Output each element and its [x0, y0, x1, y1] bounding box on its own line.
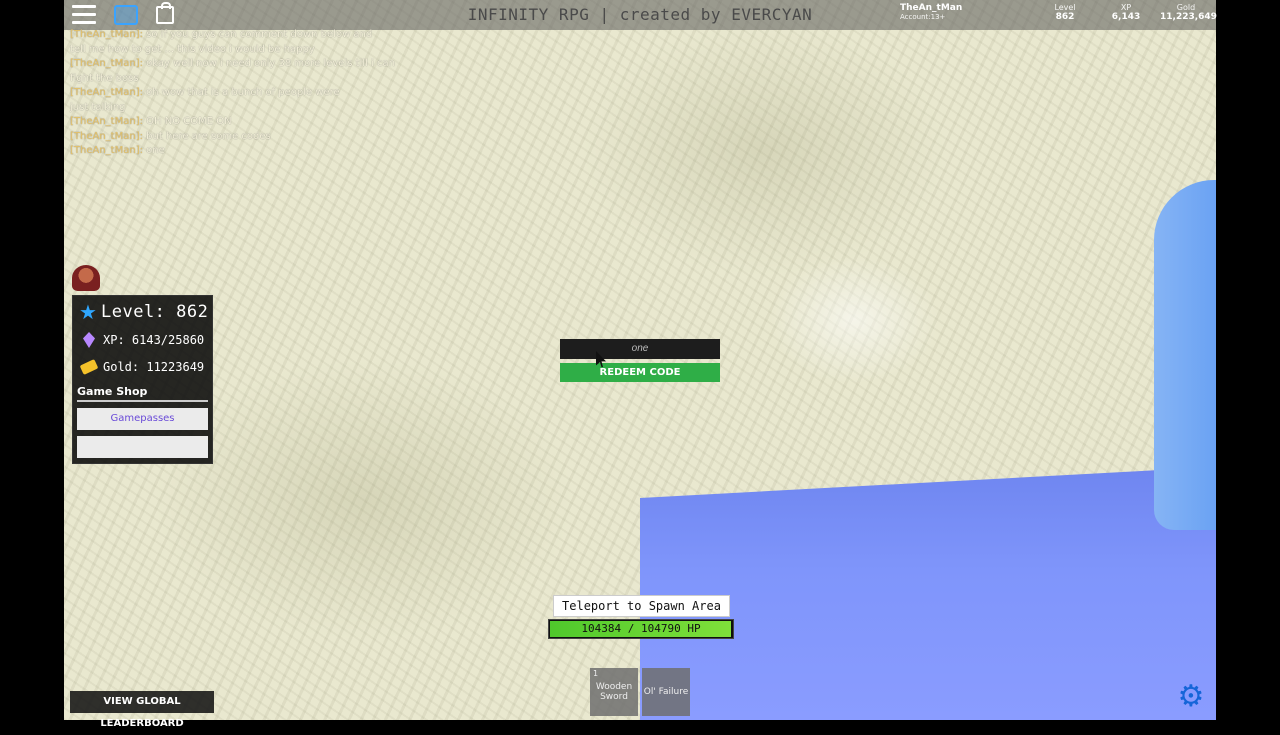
chat-line: just talking: [70, 101, 126, 113]
player-avatar: [72, 265, 100, 291]
redeem-code-button[interactable]: REDEEM CODE: [560, 363, 720, 382]
slot-number: 1: [593, 669, 599, 678]
letterbox-left: [0, 0, 64, 720]
gold-row: Gold: 11223649: [79, 359, 205, 375]
leaderstat-xp: XP 6,143: [1108, 3, 1144, 22]
health-text: 104384 / 104790 HP: [581, 622, 701, 635]
shop-button-2[interactable]: [77, 436, 208, 458]
health-bar: 104384 / 104790 HP: [548, 619, 734, 639]
chat-line: [TheAn_tMan]: OH NO COME ON: [70, 116, 232, 127]
slot-item-name: Ol' Failure: [643, 687, 689, 697]
gamepasses-button[interactable]: Gamepasses: [77, 408, 208, 430]
chat-log: [TheAn_tMan]: so if you guys can comment…: [70, 28, 410, 159]
gear-icon[interactable]: ⚙: [1176, 682, 1206, 712]
level-row: ★ Level: 862: [79, 300, 208, 324]
gem-icon: [83, 332, 95, 348]
chat-line: [TheAn_tMan]: one: [70, 145, 165, 156]
gold-text: Gold: 11223649: [103, 360, 205, 374]
leaderstat-level: Level 862: [1050, 3, 1080, 22]
water-edge: [1154, 180, 1216, 530]
level-label: Level: [1054, 3, 1076, 12]
shop-title: Game Shop: [77, 385, 148, 398]
top-bar: INFINITY RPG | created by EVERCYAN TheAn…: [64, 0, 1217, 30]
slot-item-name: Wooden Sword: [595, 682, 633, 702]
account-info: TheAn_tMan Account:13+: [900, 3, 962, 21]
global-leaderboard-button[interactable]: VIEW GLOBAL LEADERBOARD: [70, 691, 214, 729]
xp-text: XP: 6143/25860: [103, 333, 205, 347]
hotbar-slot-1[interactable]: 1 Wooden Sword: [590, 668, 638, 716]
chat-line: fight the boss: [70, 72, 139, 84]
shop-divider: [77, 400, 208, 402]
chat-line: [TheAn_tMan]: okay well now i need only …: [70, 58, 395, 69]
gold-bar-icon: [79, 359, 99, 375]
xp-label: XP: [1120, 3, 1132, 12]
gold-label: Gold: [1176, 3, 1196, 12]
account-type: Account:13+: [900, 13, 946, 21]
hotbar-slot-2[interactable]: Ol' Failure: [642, 668, 690, 716]
gold-value: 11,223,649: [1160, 12, 1217, 22]
code-input[interactable]: [560, 339, 720, 359]
chat-line: [TheAn_tMan]: oh wow that is a bunch of …: [70, 87, 340, 98]
teleport-button[interactable]: Teleport to Spawn Area: [553, 595, 730, 617]
account-name: TheAn_tMan: [900, 3, 963, 13]
chat-line: tell me how to get ... this video i woul…: [70, 43, 315, 55]
level-value: 862: [1055, 12, 1075, 22]
chat-line: [TheAn_tMan]: so if you guys can comment…: [70, 29, 373, 40]
stats-panel: ★ Level: 862 XP: 6143/25860 Gold: 112236…: [72, 295, 213, 464]
leaderstat-gold: Gold 11,223,649: [1160, 3, 1217, 22]
redeem-panel: REDEEM CODE: [560, 339, 720, 382]
star-icon: ★: [79, 300, 97, 324]
game-title: INFINITY RPG | created by EVERCYAN: [467, 5, 813, 24]
xp-value: 6,143: [1111, 12, 1141, 22]
letterbox-right: [1216, 0, 1280, 720]
level-text: Level: 862: [101, 302, 209, 322]
chat-line: [TheAn_tMan]: but here are some codes: [70, 130, 271, 142]
xp-row: XP: 6143/25860: [79, 332, 204, 348]
